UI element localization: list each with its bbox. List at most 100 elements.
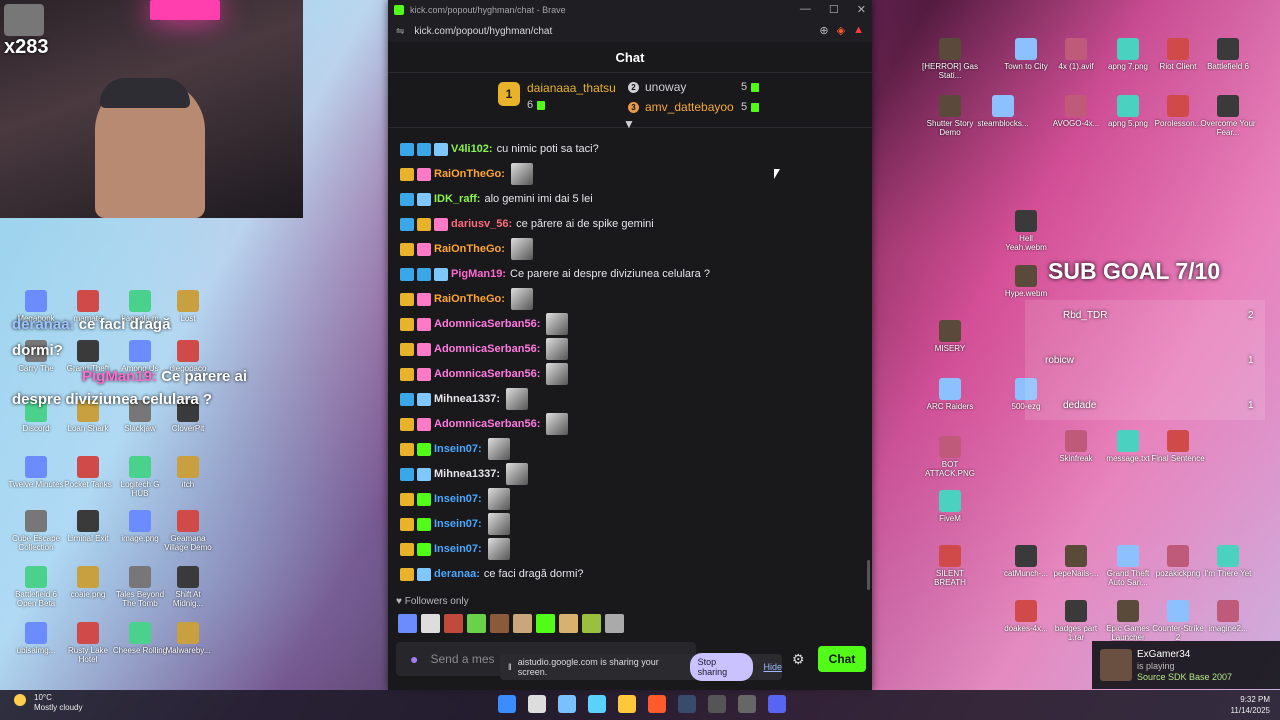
desktop-icon[interactable]: 4x (1).avif [1048,38,1104,71]
chat-username[interactable]: Mihnea1337: [434,393,500,405]
desktop-icon[interactable]: [HERROR] Gas Stati... [922,38,978,80]
brave-rewards-icon[interactable]: ▲ [853,24,864,37]
desktop-icon[interactable]: MISERY [922,320,978,353]
desktop-icon[interactable]: Riot Client [1150,38,1206,71]
chat-username[interactable]: Insein07: [434,543,482,555]
desktop-icon[interactable]: Porolesson... [1150,95,1206,128]
desktop-icon[interactable]: doakes-4x... [998,600,1054,633]
app-icon[interactable] [738,695,756,713]
chat-username[interactable]: deranaa: [434,568,480,580]
brave-shield-icon[interactable]: ◈ [837,24,845,37]
chat-username[interactable]: Insein07: [434,443,482,455]
desktop-icon[interactable]: pepeNails-... [1048,545,1104,578]
desktop-icon[interactable]: Overcome Your Fear... [1200,95,1256,137]
desktop-icon[interactable]: Town to City [998,38,1054,71]
chat-input-placeholder[interactable]: Send a mes [430,652,494,666]
clock[interactable]: 9:32 PM 11/14/2025 [1231,694,1270,716]
chat-username[interactable]: IDK_raff: [434,193,480,205]
app-icon[interactable] [588,695,606,713]
chat-username[interactable]: PigMan19: [451,268,506,280]
desktop-icon[interactable]: I'm There Yet [1200,545,1256,578]
desktop-icon[interactable]: Counter-Strike 2 [1150,600,1206,642]
steam-icon[interactable] [678,695,696,713]
steam-notification[interactable]: ExGamer34 is playing Source SDK Base 200… [1092,641,1280,689]
desktop-icon[interactable]: Hype.webm [998,265,1054,298]
desktop-icon[interactable]: Shutter Story Demo [922,95,978,137]
close-icon[interactable]: ✕ [857,3,866,16]
leader-3-name[interactable]: amv_dattebayoo [645,100,734,114]
emote-button[interactable] [559,614,578,633]
desktop-icon[interactable]: FiveM [922,490,978,523]
desktop-icon[interactable]: Geamana Village Demo [160,510,216,552]
chat-username[interactable]: AdomnicaSerban56: [434,318,540,330]
collapse-icon[interactable]: ▼ [623,117,635,131]
desktop-icon[interactable]: Shift At Midnig... [160,566,216,608]
weather-widget[interactable]: 10°C Mostly cloudy [34,693,82,713]
chat-username[interactable]: AdomnicaSerban56: [434,418,540,430]
chat-username[interactable]: Insein07: [434,493,482,505]
url-text[interactable]: kick.com/popout/hyghman/chat [414,26,552,37]
zoom-icon[interactable]: ⊕ [819,24,828,37]
start-icon[interactable] [498,695,516,713]
desktop-icon[interactable]: apng 5.png [1100,95,1156,128]
emote-button[interactable] [536,614,555,633]
chat-settings-gear-icon[interactable]: ⚙ [792,651,805,668]
desktop-icon[interactable]: Battlefield 6 [1200,38,1256,71]
emote-button[interactable] [490,614,509,633]
minimize-icon[interactable]: — [800,3,811,16]
microphone-icon[interactable]: ● [410,651,418,667]
desktop-icon[interactable]: AVOGO-4x... [1048,95,1104,128]
desktop-icon[interactable]: badges part 1.rar [1048,600,1104,642]
chat-username[interactable]: dariusv_56: [451,218,512,230]
emote-button[interactable] [467,614,486,633]
address-bar[interactable]: ⇋ kick.com/popout/hyghman/chat ⊕ ◈ ▲ [388,20,872,42]
desktop-icon[interactable]: Rusty Lake Hotel [60,622,116,664]
desktop-icon[interactable]: Cube Escape Collection [8,510,64,552]
emote-button[interactable] [605,614,624,633]
desktop-icon[interactable]: pozakickpng [1150,545,1206,578]
desktop-icon[interactable]: itch [160,456,216,489]
emote-button[interactable] [513,614,532,633]
desktop-icon[interactable]: Twelve Minutes [8,456,64,489]
discord-icon[interactable] [768,695,786,713]
emote-button[interactable] [444,614,463,633]
chat-username[interactable]: RaiOnTheGo: [434,243,505,255]
emote-button[interactable] [398,614,417,633]
desktop-icon[interactable]: SILENT BREATH [922,545,978,587]
search-icon[interactable] [528,695,546,713]
desktop-icon[interactable]: imagine2... [1200,600,1256,633]
chat-username[interactable]: Mihnea1337: [434,468,500,480]
hide-share-link[interactable]: Hide [763,662,782,672]
desktop-icon[interactable]: Battlefield 6 Open Beta [8,566,64,608]
emote-button[interactable] [582,614,601,633]
desktop-icon[interactable]: Final Sentence [1150,430,1206,463]
stop-sharing-button[interactable]: Stop sharing [689,653,754,681]
chat-username[interactable]: AdomnicaSerban56: [434,368,540,380]
desktop-icon[interactable]: Liminal Exit [60,510,116,543]
desktop-icon[interactable]: ARC Raiders [922,378,978,411]
desktop-icon[interactable]: message.txt [1100,430,1156,463]
app-icon[interactable] [708,695,726,713]
chat-scrollbar[interactable] [867,560,870,590]
desktop-icon[interactable]: Grand Theft Auto San... [1100,545,1156,587]
edge-icon[interactable] [558,695,576,713]
desktop-icon[interactable]: Pocket Tanks [60,456,116,489]
desktop-icon[interactable]: Skinfreak [1048,430,1104,463]
chat-username[interactable]: AdomnicaSerban56: [434,343,540,355]
chat-username[interactable]: RaiOnTheGo: [434,293,505,305]
chat-username[interactable]: V4li102: [451,143,493,155]
brave-icon[interactable] [648,695,666,713]
maximize-icon[interactable]: ☐ [829,3,839,16]
desktop-icon[interactable]: Epic Games Launcher [1100,600,1156,642]
folder-icon[interactable] [618,695,636,713]
desktop-icon[interactable]: steamblocks... [975,95,1031,128]
desktop-icon[interactable]: coaie.png [60,566,116,599]
chat-username[interactable]: RaiOnTheGo: [434,168,505,180]
desktop-icon[interactable]: Hell Yeah.webm [998,210,1054,252]
site-settings-icon[interactable]: ⇋ [396,26,404,37]
emote-button[interactable] [421,614,440,633]
desktop-icon[interactable]: apng 7.png [1100,38,1156,71]
send-chat-button[interactable]: Chat [818,646,866,672]
chat-username[interactable]: Insein07: [434,518,482,530]
desktop-icon[interactable]: Malwareby... [160,622,216,655]
